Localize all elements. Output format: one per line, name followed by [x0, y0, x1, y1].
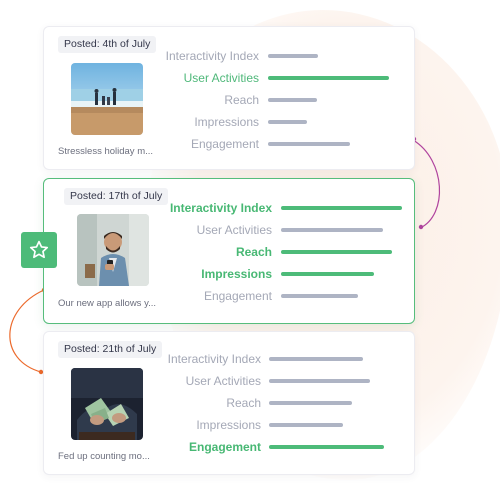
metric-label-reach: Reach	[224, 93, 259, 107]
metric-bar-reach	[268, 98, 317, 102]
metric-label-interactivity-index: Interactivity Index	[169, 201, 272, 215]
metric-bar-impressions	[269, 423, 343, 427]
metric-bar-engagement	[269, 445, 384, 449]
metric-bar-user-activities	[281, 228, 383, 232]
man-using-phone-photo	[77, 214, 149, 286]
metric-label-interactivity-index: Interactivity Index	[165, 49, 259, 63]
metric-bar-reach	[281, 250, 392, 254]
metric-bar-user-activities	[268, 76, 389, 80]
star-icon	[29, 240, 49, 259]
metric-bar-reach	[269, 401, 352, 405]
metric-label-engagement: Engagement	[188, 440, 261, 454]
metric-bar-impressions	[268, 120, 307, 124]
metric-label-reach: Reach	[235, 245, 272, 259]
post-card-active[interactable]: Posted: 17th of July Our new app allows …	[43, 178, 415, 324]
post-caption: Stressless holiday m...	[58, 146, 154, 157]
metric-label-impressions: Impressions	[201, 267, 272, 281]
metric-label-user-activities: User Activities	[185, 374, 261, 388]
post-caption: Our new app allows y...	[58, 298, 157, 309]
metric-label-engagement: Engagement	[190, 137, 259, 151]
metric-label-user-activities: User Activities	[183, 71, 259, 85]
favorite-badge[interactable]	[21, 232, 57, 268]
hands-counting-money-photo	[71, 368, 143, 440]
post-caption: Fed up counting mo...	[58, 451, 150, 462]
posted-date: Posted: 21th of July	[58, 341, 163, 358]
metric-label-interactivity-index: Interactivity Index	[167, 352, 261, 366]
posted-date: Posted: 4th of July	[58, 36, 157, 53]
metric-bar-interactivity-index	[268, 54, 318, 58]
post-card[interactable]: Posted: 4th of July Stressless holiday m…	[43, 26, 415, 170]
family-on-beach-photo	[71, 63, 143, 135]
metric-label-user-activities: User Activities	[196, 223, 272, 237]
metric-bar-interactivity-index	[269, 357, 363, 361]
metric-bar-user-activities	[269, 379, 370, 383]
metric-label-impressions: Impressions	[194, 115, 259, 129]
post-card[interactable]: Posted: 21th of July Fed up counting mo.…	[43, 331, 415, 475]
metric-bar-impressions	[281, 272, 374, 276]
metric-label-reach: Reach	[226, 396, 261, 410]
metric-bar-interactivity-index	[281, 206, 402, 210]
metric-label-engagement: Engagement	[203, 289, 272, 303]
metric-bar-engagement	[268, 142, 350, 146]
metric-bar-engagement	[281, 294, 358, 298]
metric-label-impressions: Impressions	[196, 418, 261, 432]
posted-date: Posted: 17th of July	[64, 188, 169, 205]
